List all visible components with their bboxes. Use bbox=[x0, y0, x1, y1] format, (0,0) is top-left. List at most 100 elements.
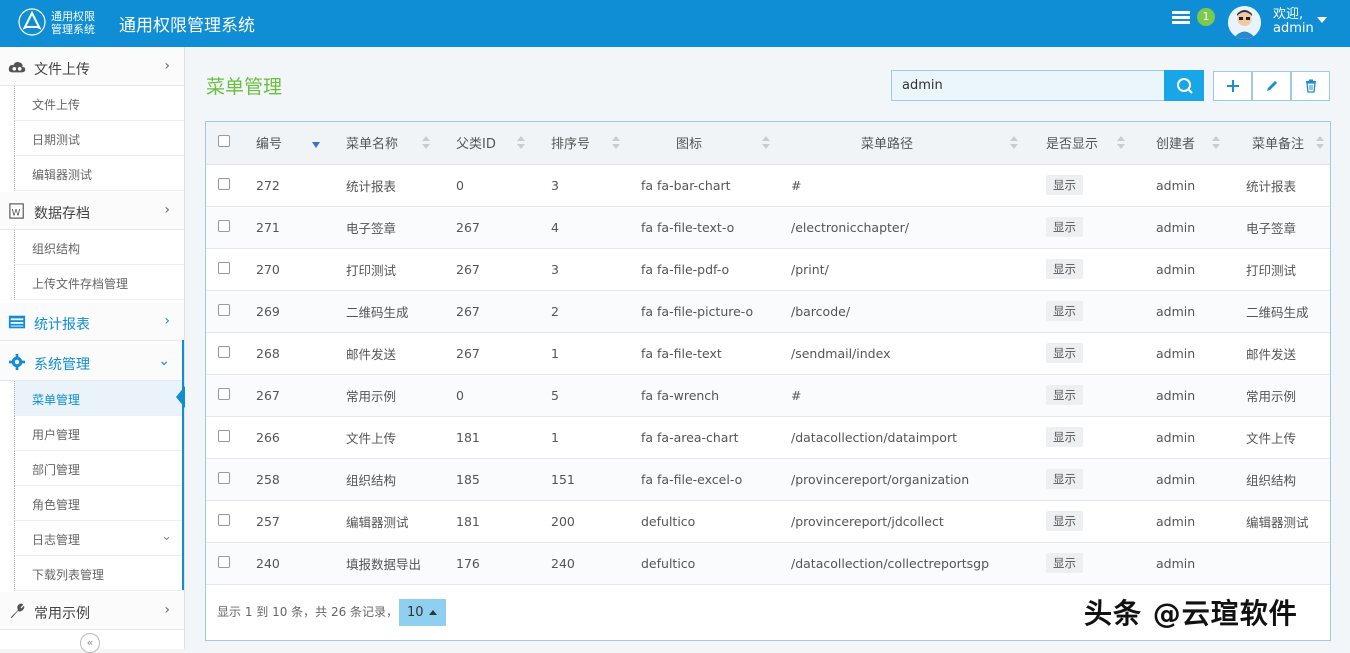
cell-text: fa fa-wrench bbox=[641, 387, 720, 403]
sidebar-collapse-button[interactable]: « bbox=[80, 633, 100, 653]
column-header-label: 图标 bbox=[676, 137, 703, 153]
cell-text: 2 bbox=[551, 303, 559, 319]
sidebar-group-system-management[interactable]: 系统管理 ⌄ bbox=[0, 343, 184, 381]
chevron-right-icon: › bbox=[164, 313, 170, 329]
row-checkbox[interactable] bbox=[218, 345, 230, 358]
cell-id: 272 bbox=[246, 164, 326, 207]
cell-name: 邮件发送 bbox=[326, 332, 436, 375]
table-row[interactable]: 267 常用示例 0 5 fa fa-wrench # 显示 admin 常用示例 bbox=[206, 374, 1330, 417]
sidebar: 文件上传 › 文件上传 日期测试 编辑器测试 W 数据存档 › 组织结构 上传文… bbox=[0, 47, 185, 653]
cell-icon: fa fa-wrench bbox=[626, 374, 776, 417]
pagination-info: 显示 1 到 10 条，共 26 条记录， bbox=[217, 605, 399, 619]
task-list-icon[interactable] bbox=[1172, 11, 1190, 25]
sidebar-item-menu-management[interactable]: 菜单管理 bbox=[14, 381, 184, 416]
column-header-parent-id[interactable]: 父类ID bbox=[436, 122, 531, 165]
table-row[interactable]: 268 邮件发送 267 1 fa fa-file-text/sendmail/inde… bbox=[206, 332, 1330, 375]
sidebar-group-statistics[interactable]: 统计报表 › bbox=[0, 303, 184, 341]
row-select-cell[interactable] bbox=[206, 458, 246, 501]
cell-icon: fa fa-file-excel-o bbox=[626, 458, 776, 501]
row-select-cell[interactable] bbox=[206, 416, 246, 459]
row-checkbox[interactable] bbox=[218, 219, 230, 232]
sidebar-item-upload-archive[interactable]: 上传文件存档管理 bbox=[14, 265, 184, 300]
row-select-cell[interactable] bbox=[206, 164, 246, 207]
notification-badge[interactable]: 1 bbox=[1197, 8, 1215, 26]
table-row[interactable]: 271 电子签章 267 4 fa fa-file-text-o/electronicc… bbox=[206, 206, 1330, 249]
row-checkbox[interactable] bbox=[218, 387, 230, 400]
row-checkbox[interactable] bbox=[218, 303, 230, 316]
table-row[interactable]: 270 打印测试 267 3 fa fa-file-pdf-o/print/显示 admi… bbox=[206, 248, 1330, 291]
row-select-cell[interactable] bbox=[206, 290, 246, 333]
column-header-order[interactable]: 排序号 bbox=[531, 122, 626, 165]
sidebar-item-date-test[interactable]: 日期测试 bbox=[14, 121, 184, 156]
logo-text: 通用权限 管理系统 bbox=[51, 10, 95, 36]
welcome-text[interactable]: 欢迎, admin bbox=[1273, 8, 1314, 36]
table-row[interactable]: 257 编辑器测试 181 200 defultico/provincereport/j… bbox=[206, 500, 1330, 543]
cell-icon: fa fa-file-pdf-o bbox=[626, 248, 776, 291]
user-avatar[interactable] bbox=[1228, 6, 1261, 39]
column-header-note[interactable]: 菜单备注 bbox=[1226, 122, 1330, 165]
cell-order: 3 bbox=[531, 248, 626, 291]
visible-badge: 显示 bbox=[1046, 259, 1083, 279]
sidebar-item-label: 文件上传 bbox=[32, 98, 81, 112]
edit-button[interactable] bbox=[1252, 71, 1291, 101]
select-all-cell[interactable] bbox=[206, 122, 246, 165]
cell-creator: admin bbox=[1131, 458, 1226, 501]
cell-path: /datacollection/dataimport bbox=[776, 416, 1024, 459]
column-header-visible[interactable]: 是否显示 bbox=[1024, 122, 1131, 165]
cell-text: /barcode/ bbox=[791, 303, 851, 319]
row-select-cell[interactable] bbox=[206, 206, 246, 249]
row-select-cell[interactable] bbox=[206, 248, 246, 291]
row-checkbox[interactable] bbox=[218, 429, 230, 442]
sidebar-item-editor-test[interactable]: 编辑器测试 bbox=[14, 156, 184, 191]
cell-text: fa fa-area-chart bbox=[641, 429, 739, 445]
sidebar-group-data-archive[interactable]: W 数据存档 › bbox=[0, 192, 184, 230]
cell-text: /provincereport/jdcollect bbox=[791, 513, 944, 529]
cell-name: 编辑器测试 bbox=[326, 500, 436, 543]
column-header-creator[interactable]: 创建者 bbox=[1131, 122, 1226, 165]
plus-icon bbox=[1227, 80, 1239, 92]
column-header-path[interactable]: 菜单路径 bbox=[776, 122, 1024, 165]
delete-button[interactable] bbox=[1291, 71, 1330, 101]
table-row[interactable]: 258 组织结构 185 151 fa fa-file-excel-o/province… bbox=[206, 458, 1330, 501]
add-button[interactable] bbox=[1213, 71, 1252, 101]
cell-show: 显示 bbox=[1024, 248, 1131, 291]
table-row[interactable]: 266 文件上传 181 1 fa fa-area-chart/datacollecti… bbox=[206, 416, 1330, 459]
row-checkbox[interactable] bbox=[218, 471, 230, 484]
sidebar-group-label: 系统管理 bbox=[34, 357, 90, 373]
table-row[interactable]: 269 二维码生成 267 2 fa fa-file-picture-o/barcode… bbox=[206, 290, 1330, 333]
sidebar-item-department-management[interactable]: 部门管理 bbox=[14, 451, 184, 486]
row-checkbox[interactable] bbox=[218, 555, 230, 568]
cell-show: 显示 bbox=[1024, 416, 1131, 459]
cell-creator: admin bbox=[1131, 248, 1226, 291]
column-header-id[interactable]: 编号 bbox=[246, 122, 326, 165]
sidebar-item-download-list[interactable]: 下载列表管理 bbox=[14, 556, 184, 591]
row-checkbox[interactable] bbox=[218, 177, 230, 190]
sidebar-item-role-management[interactable]: 角色管理 bbox=[14, 486, 184, 521]
table-row[interactable]: 240 填报数据导出 176 240 defultico/datacollection/… bbox=[206, 542, 1330, 585]
sidebar-item-user-management[interactable]: 用户管理 bbox=[14, 416, 184, 451]
table-row[interactable]: 272 统计报表 0 3 fa fa-bar-chart # 显示 admin 统计报表 bbox=[206, 164, 1330, 207]
select-all-checkbox[interactable] bbox=[218, 134, 230, 147]
cell-show: 显示 bbox=[1024, 206, 1131, 249]
column-header-name[interactable]: 菜单名称 bbox=[326, 122, 436, 165]
row-select-cell[interactable] bbox=[206, 374, 246, 417]
cell-text: 266 bbox=[256, 429, 280, 445]
sidebar-item-org-structure[interactable]: 组织结构 bbox=[14, 230, 184, 265]
column-header-icon[interactable]: 图标 bbox=[626, 122, 776, 165]
page-size-dropdown[interactable]: 10 bbox=[399, 599, 446, 626]
sidebar-group-common-examples[interactable]: 常用示例 › bbox=[0, 592, 184, 630]
sidebar-item-file-upload[interactable]: 文件上传 bbox=[14, 86, 184, 121]
user-menu-caret-icon[interactable] bbox=[1317, 17, 1327, 23]
row-checkbox[interactable] bbox=[218, 513, 230, 526]
cell-icon: fa fa-bar-chart bbox=[626, 164, 776, 207]
sidebar-item-log-management[interactable]: 日志管理 ⌄ bbox=[14, 521, 184, 556]
row-select-cell[interactable] bbox=[206, 500, 246, 543]
row-select-cell[interactable] bbox=[206, 542, 246, 585]
search-input[interactable] bbox=[891, 70, 1165, 101]
row-checkbox[interactable] bbox=[218, 261, 230, 274]
row-select-cell[interactable] bbox=[206, 332, 246, 375]
cell-order: 1 bbox=[531, 332, 626, 375]
cell-text: 电子签章 bbox=[346, 220, 397, 236]
sidebar-group-file-upload[interactable]: 文件上传 › bbox=[0, 48, 184, 86]
search-button[interactable] bbox=[1164, 70, 1204, 101]
